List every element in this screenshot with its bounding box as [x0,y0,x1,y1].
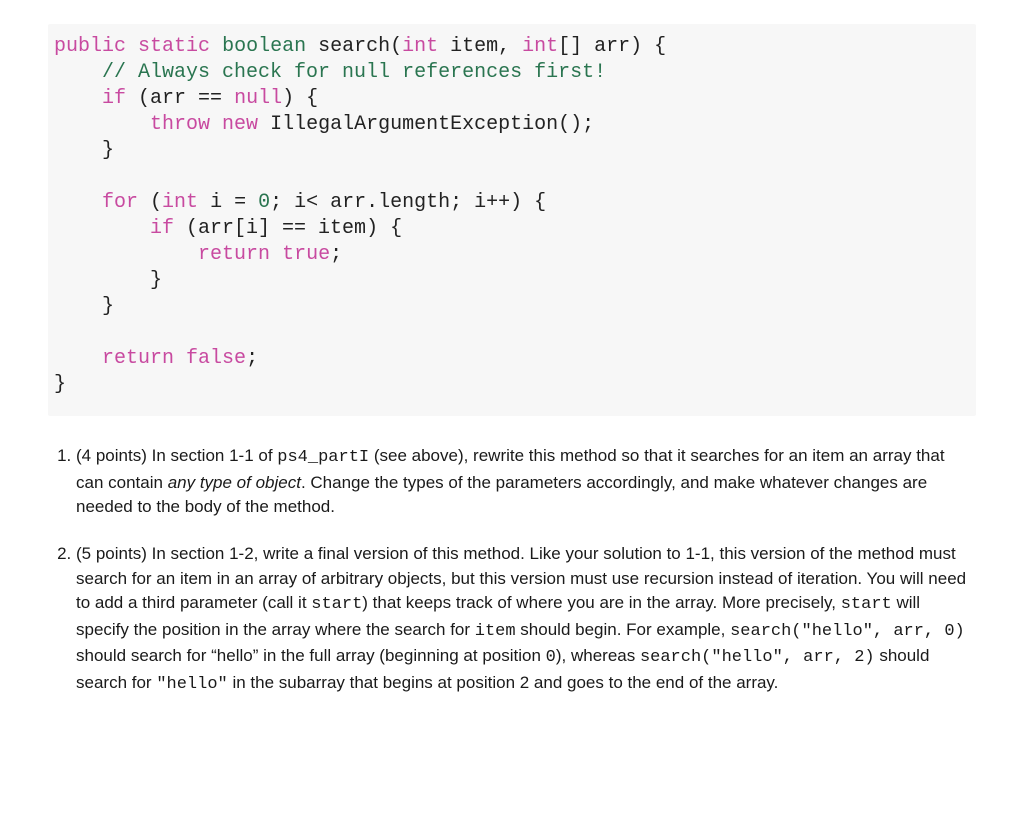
code-line-13: return false; [54,347,258,370]
question-2-start-2: start [841,595,892,614]
code-line-5: } [54,139,114,162]
question-2-text-8: in the subarray that begins at position … [228,673,779,692]
question-2-item: item [475,622,516,641]
question-2-text-2: ) that keeps track of where you are in t… [362,593,840,612]
question-2-points: (5 points) [76,544,147,563]
code-line-12 [54,321,66,344]
question-2-call-1: search("hello", arr, 0) [730,622,965,641]
question-2-start-1: start [311,595,362,614]
code-line-2: // Always check for null references firs… [54,61,606,84]
question-2-text-4: should begin. For example, [516,620,731,639]
code-line-1: public static boolean search(int item, i… [54,35,666,58]
question-1-text-1: In section 1-1 of [147,446,277,465]
code-line-9: return true; [54,243,342,266]
page-container: public static boolean search(int item, i… [0,0,1024,760]
question-1-emphasis: any type of object [168,473,301,492]
question-1-ps4: ps4_partI [277,448,369,467]
code-line-7: for (int i = 0; i< arr.length; i++) { [54,191,546,214]
code-line-8: if (arr[i] == item) { [54,217,402,240]
question-1-points: (4 points) [76,446,147,465]
question-2-zero: 0 [546,648,556,667]
code-line-4: throw new IllegalArgumentException(); [54,113,594,136]
question-2: (5 points) In section 1-2, write a final… [76,542,976,698]
code-block: public static boolean search(int item, i… [48,24,976,416]
question-2-call-2: search("hello", arr, 2) [640,648,875,667]
question-1: (4 points) In section 1-1 of ps4_partI (… [76,444,976,520]
question-2-text-5: should search for “hello” in the full ar… [76,646,546,665]
code-line-14: } [54,373,66,396]
question-2-text-6: ), whereas [556,646,640,665]
question-list: (4 points) In section 1-1 of ps4_partI (… [48,444,976,698]
code-line-3: if (arr == null) { [54,87,318,110]
question-2-hello: "hello" [156,675,227,694]
code-line-10: } [54,269,162,292]
code-line-6 [54,165,66,188]
code-line-11: } [54,295,114,318]
